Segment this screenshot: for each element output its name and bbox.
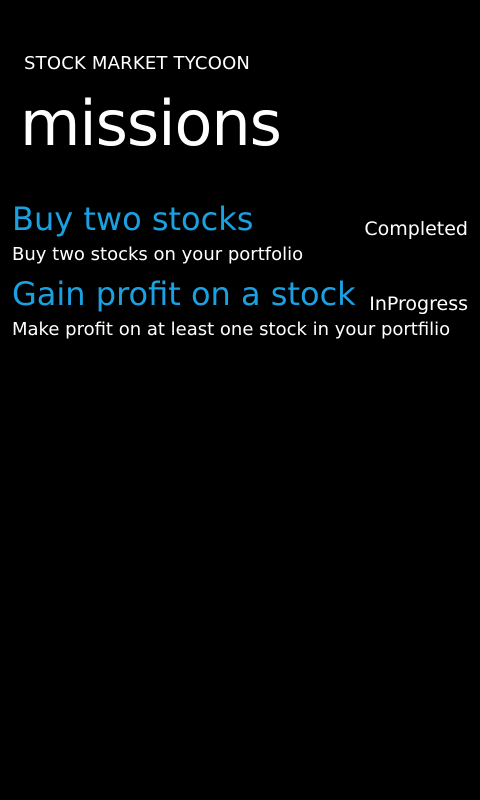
- mission-status: InProgress: [369, 293, 468, 315]
- page-title: missions: [20, 87, 282, 160]
- mission-item-gain-profit[interactable]: Gain profit on a stock InProgress Make p…: [0, 271, 480, 346]
- mission-title: Buy two stocks: [12, 200, 254, 238]
- mission-list: Buy two stocks Completed Buy two stocks …: [0, 196, 480, 346]
- mission-status: Completed: [364, 218, 468, 240]
- mission-description: Make profit on at least one stock in you…: [12, 319, 451, 340]
- mission-item-buy-two-stocks[interactable]: Buy two stocks Completed Buy two stocks …: [0, 196, 480, 271]
- mission-description: Buy two stocks on your portfolio: [12, 244, 304, 265]
- app-title: STOCK MARKET TYCOON: [24, 53, 251, 74]
- mission-title: Gain profit on a stock: [12, 275, 356, 313]
